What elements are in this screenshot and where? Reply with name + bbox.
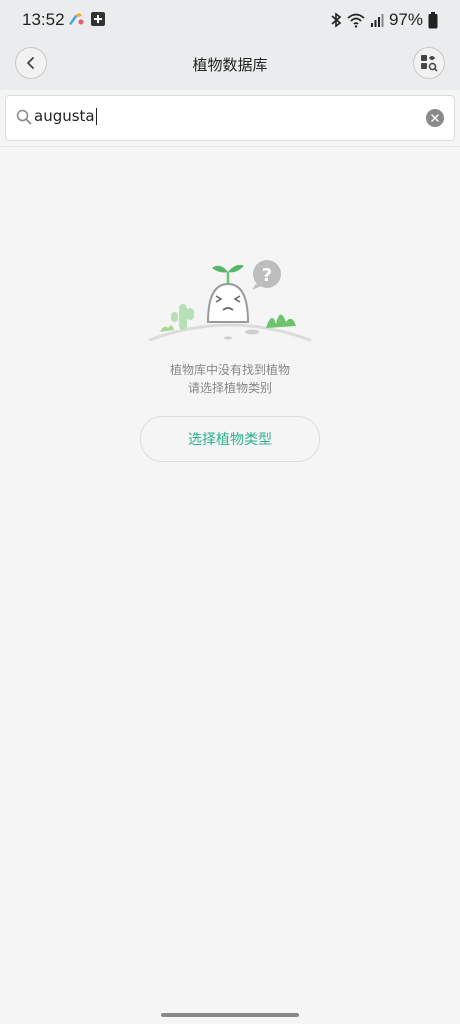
search-icon <box>16 109 32 125</box>
search-input-value: augusta <box>34 107 95 125</box>
plant-scan-icon <box>421 55 438 72</box>
add-box-icon <box>91 12 105 26</box>
empty-message: 植物库中没有找到植物 <box>169 363 290 377</box>
text-caret <box>95 108 97 125</box>
plant-scan-button[interactable] <box>413 47 445 79</box>
battery-percent: 97% <box>388 10 423 29</box>
clear-icon <box>431 114 439 122</box>
choose-plant-type-button[interactable]: 选择植物类型 <box>140 416 320 462</box>
empty-hint: 请选择植物类别 <box>187 381 272 395</box>
status-right: 97% <box>330 10 438 30</box>
app-notification-icon <box>69 13 84 25</box>
clear-search-button[interactable] <box>426 109 444 127</box>
search-input[interactable]: augusta <box>34 107 97 125</box>
bluetooth-icon <box>331 12 342 28</box>
app-header: 植物数据库 <box>0 40 460 90</box>
search-bar[interactable]: augusta <box>5 95 455 141</box>
home-indicator[interactable] <box>161 1013 299 1017</box>
notification-icons <box>67 11 106 27</box>
signal-icon <box>370 14 384 27</box>
status-bar: 13:52 97% <box>0 0 460 40</box>
svg-text:?: ? <box>262 265 272 286</box>
wifi-icon <box>347 13 365 28</box>
page-title: 植物数据库 <box>192 56 268 74</box>
empty-plant-illustration: ? <box>148 260 312 342</box>
status-time: 13:52 <box>22 10 65 29</box>
search-divider <box>0 146 460 147</box>
battery-icon <box>428 11 438 28</box>
